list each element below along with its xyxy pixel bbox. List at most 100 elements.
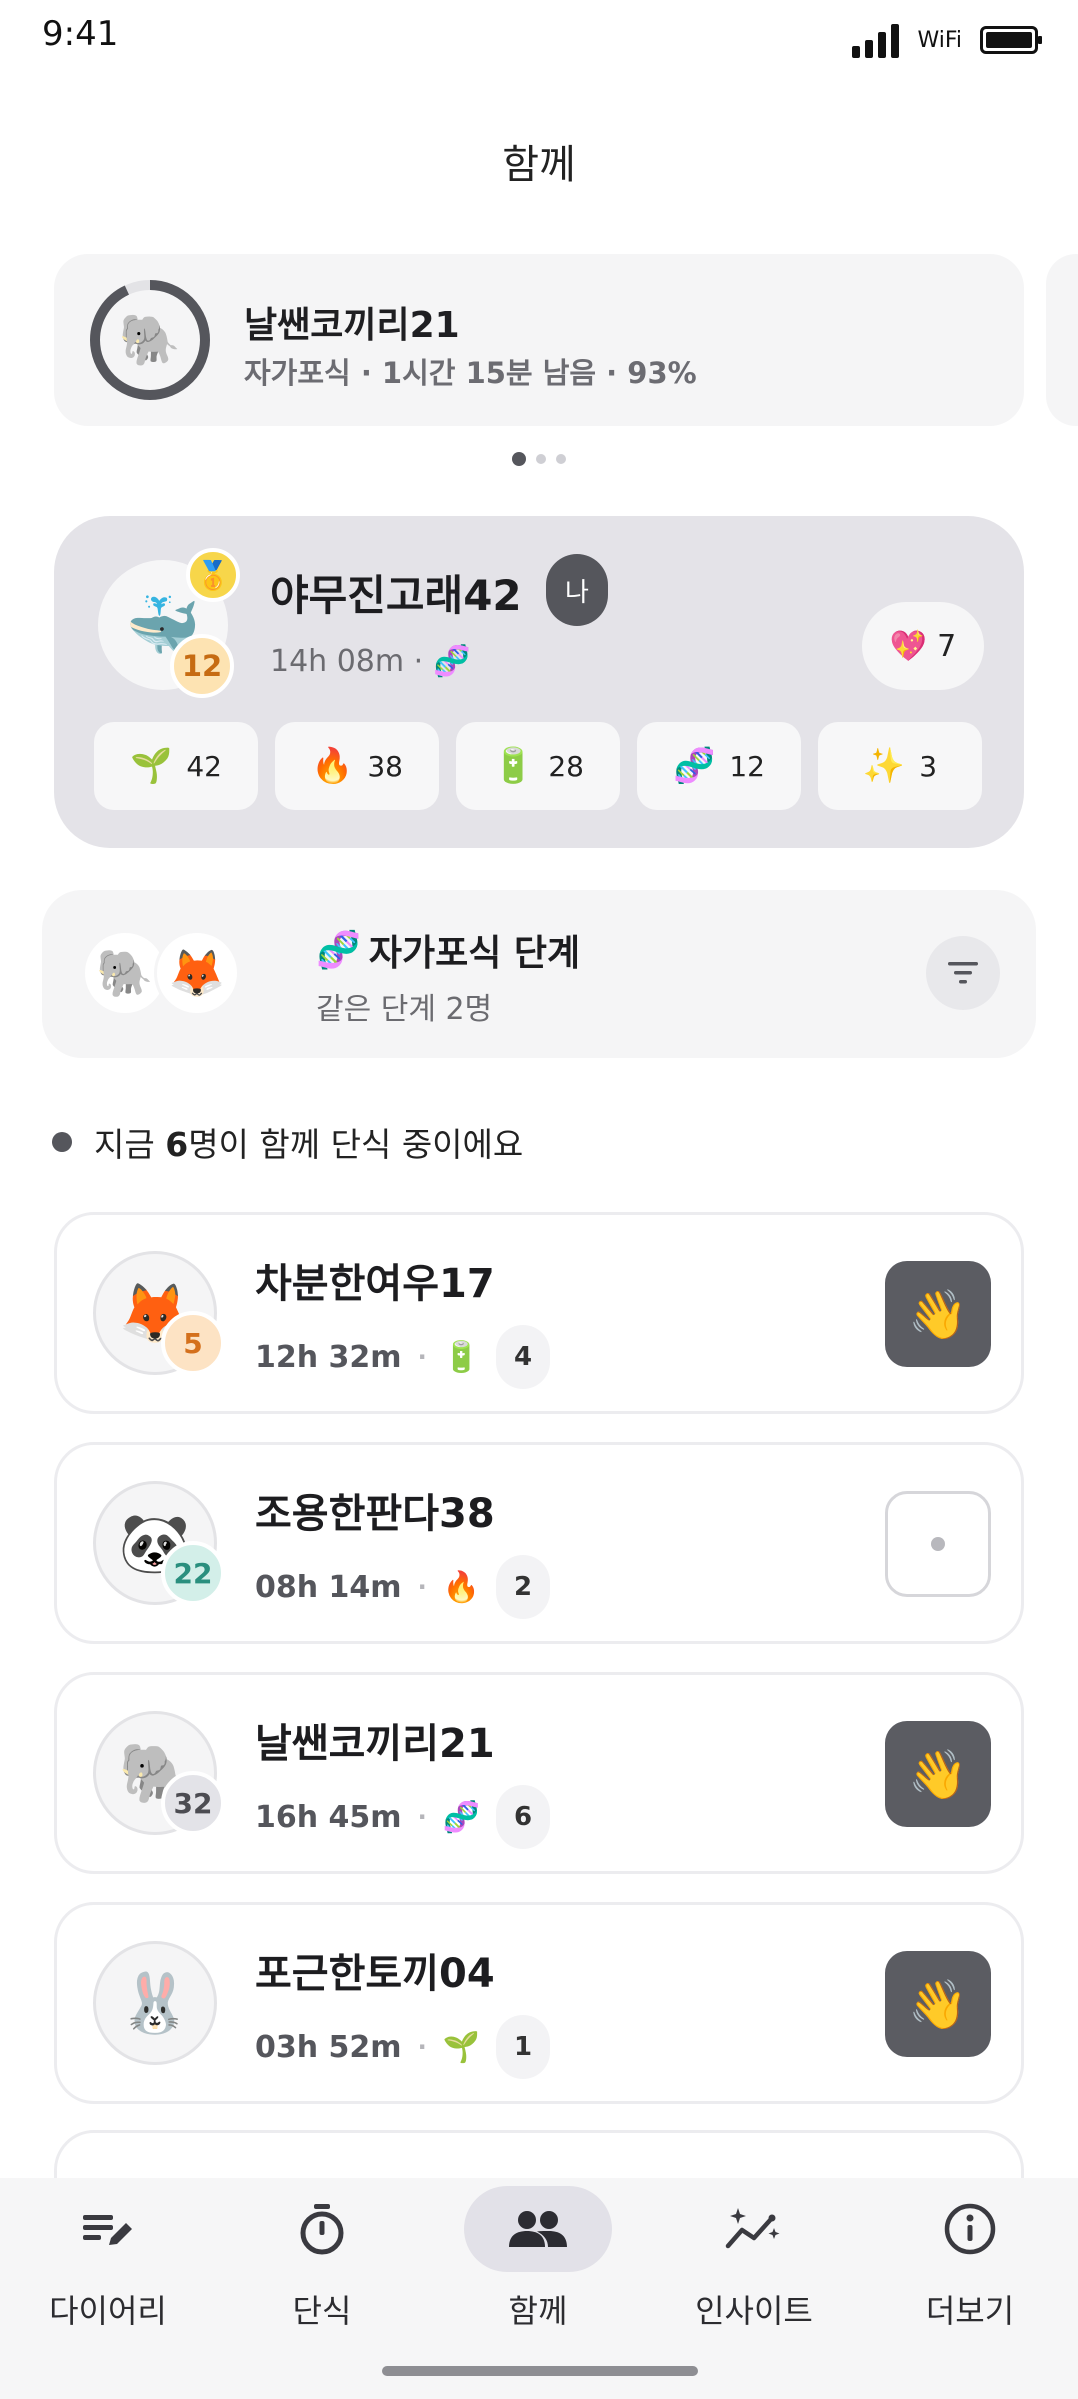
wave-button-sent[interactable] (885, 1491, 991, 1597)
stat-chip-sparkles[interactable]: ✨ 3 (818, 722, 982, 810)
session-user-name: 날쌘코끼리21 (244, 305, 460, 346)
stat-chip-sprout[interactable]: 🌱 42 (94, 722, 258, 810)
level-badge: 32 (161, 1771, 225, 1835)
carousel-dot (512, 452, 526, 466)
heart-icon: 💖 (889, 628, 928, 664)
separator-dot: · (417, 1803, 427, 1831)
level-badge: 22 (161, 1541, 225, 1605)
waving-hand-icon: 👋 (908, 1286, 968, 1343)
tab-label: 더보기 (925, 2292, 1015, 2330)
list-item[interactable]: 🦊 5 차분한여우17 12h 32m · 🔋 4 👋 (54, 1212, 1024, 1414)
stat-value: 42 (186, 749, 222, 783)
tab-more[interactable]: 더보기 (862, 2178, 1078, 2358)
insight-chart-icon (725, 2208, 780, 2249)
tab-label: 인사이트 (695, 2292, 813, 2330)
waving-hand-icon: 👋 (908, 1746, 968, 1803)
hearts-count: 7 (937, 628, 957, 664)
stage-title: 🧬 자가포식 단계 (316, 924, 580, 976)
page-title: 함께 (502, 142, 576, 188)
stat-value: 28 (548, 749, 584, 783)
wave-button[interactable]: 👋 (885, 1261, 991, 1367)
live-suffix: 명이 함께 단식 중이에요 (188, 1125, 524, 1164)
separator-dot: · (417, 1573, 427, 1601)
wave-button[interactable]: 👋 (885, 1721, 991, 1827)
sent-dot-icon (931, 1537, 945, 1551)
sprout-icon: 🌱 (130, 746, 173, 786)
dna-icon: 🧬 (673, 746, 716, 786)
status-bar: 9:41 WiFi (0, 0, 1078, 80)
level-badge: 5 (161, 1311, 225, 1375)
stage-subtitle: 같은 단계 2명 (316, 992, 493, 1027)
user-meta: 03h 52m · 🌱 1 (255, 2015, 551, 2079)
live-prefix: 지금 (94, 1125, 166, 1164)
fasting-time: 08h 14m (255, 1569, 402, 1605)
dna-icon: 🧬 (433, 644, 471, 679)
status-icons: WiFi (852, 22, 1042, 58)
stage-count-badge: 1 (496, 2015, 551, 2079)
hearts-received-button[interactable]: 💖 7 (862, 602, 984, 690)
user-meta: 12h 32m · 🔋 4 (255, 1325, 551, 1389)
tab-diary[interactable]: 다이어리 (0, 2178, 216, 2358)
live-count-line: 지금 6명이 함께 단식 중이에요 (52, 1118, 523, 1166)
signal-icon (852, 22, 900, 58)
my-time-text: 14h 08m · (270, 644, 424, 679)
stat-value: 38 (367, 749, 403, 783)
battery-icon (980, 26, 1042, 54)
fasting-time: 12h 32m (255, 1339, 402, 1375)
sprout-icon: 🌱 (442, 2029, 481, 2065)
user-meta: 08h 14m · 🔥 2 (255, 1555, 551, 1619)
stage-count-badge: 2 (496, 1555, 551, 1619)
home-indicator (382, 2366, 698, 2376)
tab-label: 단식 (292, 2292, 352, 2330)
user-meta: 16h 45m · 🧬 6 (255, 1785, 551, 1849)
filter-button[interactable] (926, 936, 1000, 1010)
carousel-dot (536, 454, 546, 464)
list-item[interactable]: 🐘 32 날쌘코끼리21 16h 45m · 🧬 6 👋 (54, 1672, 1024, 1874)
separator-dot: · (417, 1343, 427, 1371)
sparkles-icon: ✨ (862, 746, 906, 786)
timer-icon (300, 2204, 344, 2255)
elephant-avatar-icon: 🐘 (118, 310, 182, 369)
my-profile-card[interactable]: 🐳 🥇 12 야무진고래42 나 14h 08m · 🧬 💖 7 🌱 42 🔥 … (54, 516, 1024, 848)
stage-group-card[interactable]: 🐘 🦊 🧬 자가포식 단계 같은 단계 2명 (42, 890, 1036, 1058)
carousel-dots (0, 452, 1078, 466)
live-count-text: 지금 6명이 함께 단식 중이에요 (94, 1118, 523, 1166)
user-name: 날쌘코끼리21 (255, 1721, 495, 1767)
stat-chip-battery[interactable]: 🔋 28 (456, 722, 620, 810)
list-item[interactable]: 🐰 포근한토끼04 03h 52m · 🌱 1 👋 (54, 1902, 1024, 2104)
gold-medal-icon: 🥇 (186, 548, 240, 602)
user-name: 차분한여우17 (255, 1261, 495, 1307)
dna-icon: 🧬 (442, 1799, 481, 1835)
stat-chip-dna[interactable]: 🧬 12 (637, 722, 801, 810)
fasting-time: 16h 45m (255, 1799, 402, 1835)
session-status: 자가포식 · 1시간 15분 남음 · 93% (244, 356, 697, 390)
fox-avatar-icon: 🦊 (154, 930, 240, 1016)
stage-title-text: 자가포식 단계 (368, 933, 581, 974)
fire-icon: 🔥 (311, 746, 354, 786)
tab-insight[interactable]: 인사이트 (646, 2178, 862, 2358)
stat-value: 3 (919, 749, 938, 783)
stage-count-badge: 6 (496, 1785, 551, 1849)
stat-chip-fire[interactable]: 🔥 38 (275, 722, 439, 810)
tab-fasting[interactable]: 단식 (214, 2178, 430, 2358)
battery-emoji-icon: 🔋 (492, 746, 535, 786)
my-fasting-time: 14h 08m · 🧬 (270, 644, 471, 679)
rabbit-avatar-icon: 🐰 (93, 1941, 217, 2065)
list-item[interactable]: 🐼 22 조용한판다38 08h 14m · 🔥 2 (54, 1442, 1024, 1644)
my-stat-row: 🌱 42 🔥 38 🔋 28 🧬 12 ✨ 3 (94, 722, 982, 810)
active-session-card[interactable]: 🐘 날쌘코끼리21 자가포식 · 1시간 15분 남음 · 93% (54, 254, 1024, 426)
people-icon (509, 2211, 567, 2247)
me-tag-badge: 나 (546, 554, 608, 626)
user-name: 포근한토끼04 (255, 1951, 495, 1997)
tab-label: 다이어리 (49, 2292, 167, 2330)
fire-icon: 🔥 (442, 1569, 481, 1605)
tab-together[interactable]: 함께 (430, 2178, 646, 2358)
next-session-card[interactable] (1046, 254, 1078, 426)
wave-button[interactable]: 👋 (885, 1951, 991, 2057)
status-time: 9:41 (42, 14, 119, 54)
stat-value: 12 (729, 749, 765, 783)
tab-label: 함께 (508, 2292, 568, 2330)
live-dot (52, 1132, 72, 1152)
filter-icon (948, 962, 978, 984)
my-name: 야무진고래42 (270, 571, 522, 620)
